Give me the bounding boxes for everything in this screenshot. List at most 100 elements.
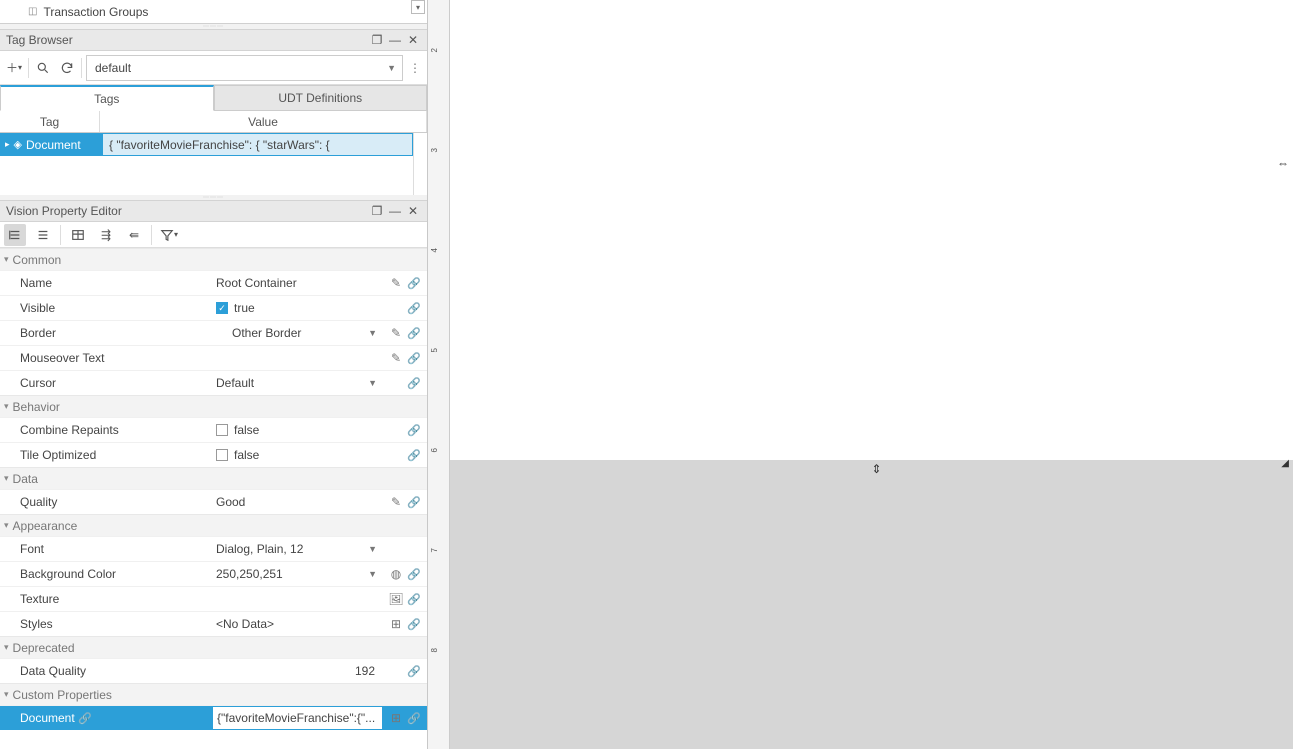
section-appearance[interactable]: ▾Appearance: [0, 514, 427, 536]
binding-icon[interactable]: 🔗: [407, 423, 421, 437]
project-tree-item[interactable]: ◫ Transaction Groups ▾: [0, 0, 427, 24]
prop-mouseover-value[interactable]: [212, 346, 383, 370]
edit-icon[interactable]: ✎: [389, 276, 403, 290]
chevron-down-icon[interactable]: ▼: [368, 544, 377, 554]
prop-quality-value[interactable]: Good: [212, 490, 383, 514]
prop-tile-value[interactable]: false: [212, 443, 383, 467]
collapse-all-button[interactable]: ⇚: [123, 224, 145, 246]
search-icon[interactable]: [33, 57, 53, 79]
prop-mouseover-text[interactable]: Mouseover Text ✎🔗: [0, 345, 427, 370]
prop-border-value[interactable]: Other Border▼: [212, 321, 383, 345]
prop-texture-value[interactable]: [212, 587, 383, 611]
tag-table-header: Tag Value: [0, 111, 427, 133]
paint-icon[interactable]: ◍: [389, 567, 403, 581]
prop-visible-value[interactable]: ✓true: [212, 296, 383, 320]
chevron-down-icon[interactable]: ▼: [368, 328, 377, 338]
prop-font-value[interactable]: Dialog, Plain, 12▼: [212, 537, 383, 561]
column-header-value[interactable]: Value: [100, 111, 427, 132]
prop-background-color[interactable]: Background Color 250,250,251▼ ◍🔗: [0, 561, 427, 586]
binding-icon[interactable]: 🔗: [407, 495, 421, 509]
binding-icon[interactable]: 🔗: [407, 276, 421, 290]
resize-handle-corner[interactable]: ◢: [1281, 458, 1289, 469]
prop-dq-label: Data Quality: [0, 664, 212, 678]
expand-all-button[interactable]: ⇶: [95, 224, 117, 246]
chevron-down-icon[interactable]: ▼: [368, 569, 377, 579]
checkbox-icon[interactable]: [216, 449, 228, 461]
dataset-icon[interactable]: ⊞: [389, 617, 403, 631]
refresh-button[interactable]: [57, 57, 77, 79]
more-menu-button[interactable]: ⋮: [407, 56, 423, 80]
scrollbar[interactable]: [413, 133, 427, 195]
prop-data-quality[interactable]: Data Quality 192 🔗: [0, 658, 427, 683]
close-button[interactable]: ✕: [405, 203, 421, 219]
prop-styles[interactable]: Styles <No Data> ⊞🔗: [0, 611, 427, 636]
checkbox-icon[interactable]: ✓: [216, 302, 228, 314]
binding-icon[interactable]: 🔗: [407, 567, 421, 581]
pin-button[interactable]: ❐: [369, 203, 385, 219]
checkbox-icon[interactable]: [216, 424, 228, 436]
column-header-tag[interactable]: Tag: [0, 111, 100, 132]
tab-udt-definitions[interactable]: UDT Definitions: [214, 85, 428, 111]
prop-combine-repaints[interactable]: Combine Repaints false 🔗: [0, 417, 427, 442]
prop-document[interactable]: Document 🔗 {"favoriteMovieFranchise":{".…: [0, 705, 427, 730]
tag-row-document[interactable]: ▸ ◈ Document { "favoriteMovieFranchise":…: [0, 134, 413, 156]
prop-border[interactable]: Border Other Border▼ ✎🔗: [0, 320, 427, 345]
binding-icon[interactable]: 🔗: [407, 664, 421, 678]
prop-cursor[interactable]: Cursor Default▼ 🔗: [0, 370, 427, 395]
designer-canvas-area: 2 3 4 5 6 7 8 ⇔ ⇕ ◢: [428, 0, 1293, 749]
binding-icon[interactable]: 🔗: [407, 448, 421, 462]
dataset-icon[interactable]: ⊞: [389, 711, 403, 725]
prop-bg-value[interactable]: 250,250,251▼: [212, 562, 383, 586]
filter-button[interactable]: ▾: [158, 224, 180, 246]
binding-icon[interactable]: 🔗: [407, 351, 421, 365]
close-button[interactable]: ✕: [405, 32, 421, 48]
binding-icon[interactable]: 🔗: [407, 617, 421, 631]
scroll-down-button[interactable]: ▾: [411, 0, 425, 14]
chevron-down-icon[interactable]: ▼: [368, 378, 377, 388]
binding-overlay-icon: 🔗: [78, 713, 92, 725]
sort-category-button[interactable]: [4, 224, 26, 246]
pin-button[interactable]: ❐: [369, 32, 385, 48]
binding-icon[interactable]: 🔗: [407, 592, 421, 606]
view-table-button[interactable]: [67, 224, 89, 246]
prop-combine-value[interactable]: false: [212, 418, 383, 442]
prop-quality[interactable]: Quality Good ✎🔗: [0, 489, 427, 514]
sort-alpha-button[interactable]: [32, 224, 54, 246]
prop-cursor-value[interactable]: Default▼: [212, 371, 383, 395]
prop-dq-value[interactable]: 192: [212, 659, 383, 683]
minimize-button[interactable]: —: [387, 32, 403, 48]
tag-row-value-cell[interactable]: { "favoriteMovieFranchise": { "starWars"…: [103, 134, 412, 155]
binding-icon[interactable]: 🔗: [407, 711, 421, 725]
prop-name-value[interactable]: Root Container: [212, 271, 383, 295]
binding-icon[interactable]: 🔗: [407, 376, 421, 390]
edit-icon[interactable]: ✎: [389, 351, 403, 365]
edit-icon[interactable]: ✎: [389, 495, 403, 509]
canvas-window-area[interactable]: [450, 0, 1293, 460]
add-button[interactable]: ＋▾: [4, 57, 24, 79]
section-common[interactable]: ▾Common: [0, 248, 427, 270]
resize-handle-south[interactable]: ⇕: [872, 462, 882, 476]
tab-tags[interactable]: Tags: [0, 85, 214, 111]
expand-icon[interactable]: ▸: [5, 139, 10, 150]
provider-dropdown[interactable]: default ▼: [86, 55, 403, 81]
binding-icon[interactable]: 🔗: [407, 326, 421, 340]
section-data[interactable]: ▾Data: [0, 467, 427, 489]
ruler-tick: 3: [430, 148, 439, 152]
resize-handle-east[interactable]: ⇔: [1277, 156, 1289, 170]
designer-canvas[interactable]: ⇔ ⇕ ◢: [450, 0, 1293, 749]
prop-visible[interactable]: Visible ✓true 🔗: [0, 295, 427, 320]
prop-font[interactable]: Font Dialog, Plain, 12▼: [0, 536, 427, 561]
section-behavior[interactable]: ▾Behavior: [0, 395, 427, 417]
section-deprecated[interactable]: ▾Deprecated: [0, 636, 427, 658]
edit-icon[interactable]: ✎: [389, 326, 403, 340]
prop-name[interactable]: Name Root Container ✎🔗: [0, 270, 427, 295]
prop-visible-label: Visible: [0, 301, 212, 315]
prop-document-value[interactable]: {"favoriteMovieFranchise":{"...: [212, 706, 383, 730]
section-custom-properties[interactable]: ▾Custom Properties: [0, 683, 427, 705]
binding-icon[interactable]: 🔗: [407, 301, 421, 315]
image-icon[interactable]: 🖼: [389, 592, 403, 606]
prop-tile-optimized[interactable]: Tile Optimized false 🔗: [0, 442, 427, 467]
prop-texture[interactable]: Texture 🖼🔗: [0, 586, 427, 611]
prop-styles-value[interactable]: <No Data>: [212, 612, 383, 636]
minimize-button[interactable]: —: [387, 203, 403, 219]
